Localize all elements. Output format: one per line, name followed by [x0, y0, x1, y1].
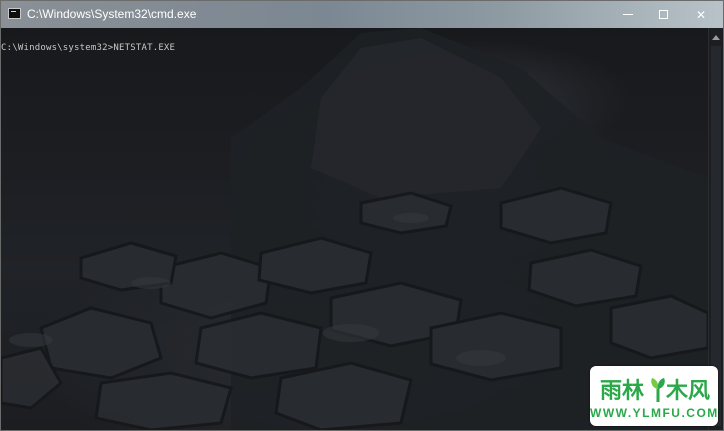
chevron-up-icon: [712, 34, 720, 40]
window-title: C:\Windows\System32\cmd.exe: [27, 7, 197, 21]
title-bar[interactable]: C:\Windows\System32\cmd.exe ✕: [1, 1, 723, 28]
watermark-url: WWW.YLMFU.COM: [590, 406, 719, 420]
ylmf-logo: 雨林 木风: [600, 378, 710, 404]
cmd-window: C:\Windows\System32\cmd.exe ✕ C:\Windows…: [0, 0, 724, 431]
minimize-button[interactable]: [611, 1, 645, 28]
svg-text:雨林: 雨林: [600, 379, 644, 404]
watermark-logo: 雨林 木风 WWW.YLMFU.COM: [590, 366, 718, 426]
svg-text:木风: 木风: [665, 379, 710, 404]
close-icon: ✕: [695, 7, 707, 22]
scroll-up-button[interactable]: [709, 30, 723, 44]
console-icon[interactable]: [8, 8, 21, 19]
close-button[interactable]: ✕: [684, 1, 718, 28]
command-prompt: C:\Windows\system32>NETSTAT.EXE: [1, 43, 176, 53]
minimize-icon: [623, 14, 633, 15]
maximize-icon: [658, 10, 668, 19]
maximize-button[interactable]: [646, 1, 680, 28]
